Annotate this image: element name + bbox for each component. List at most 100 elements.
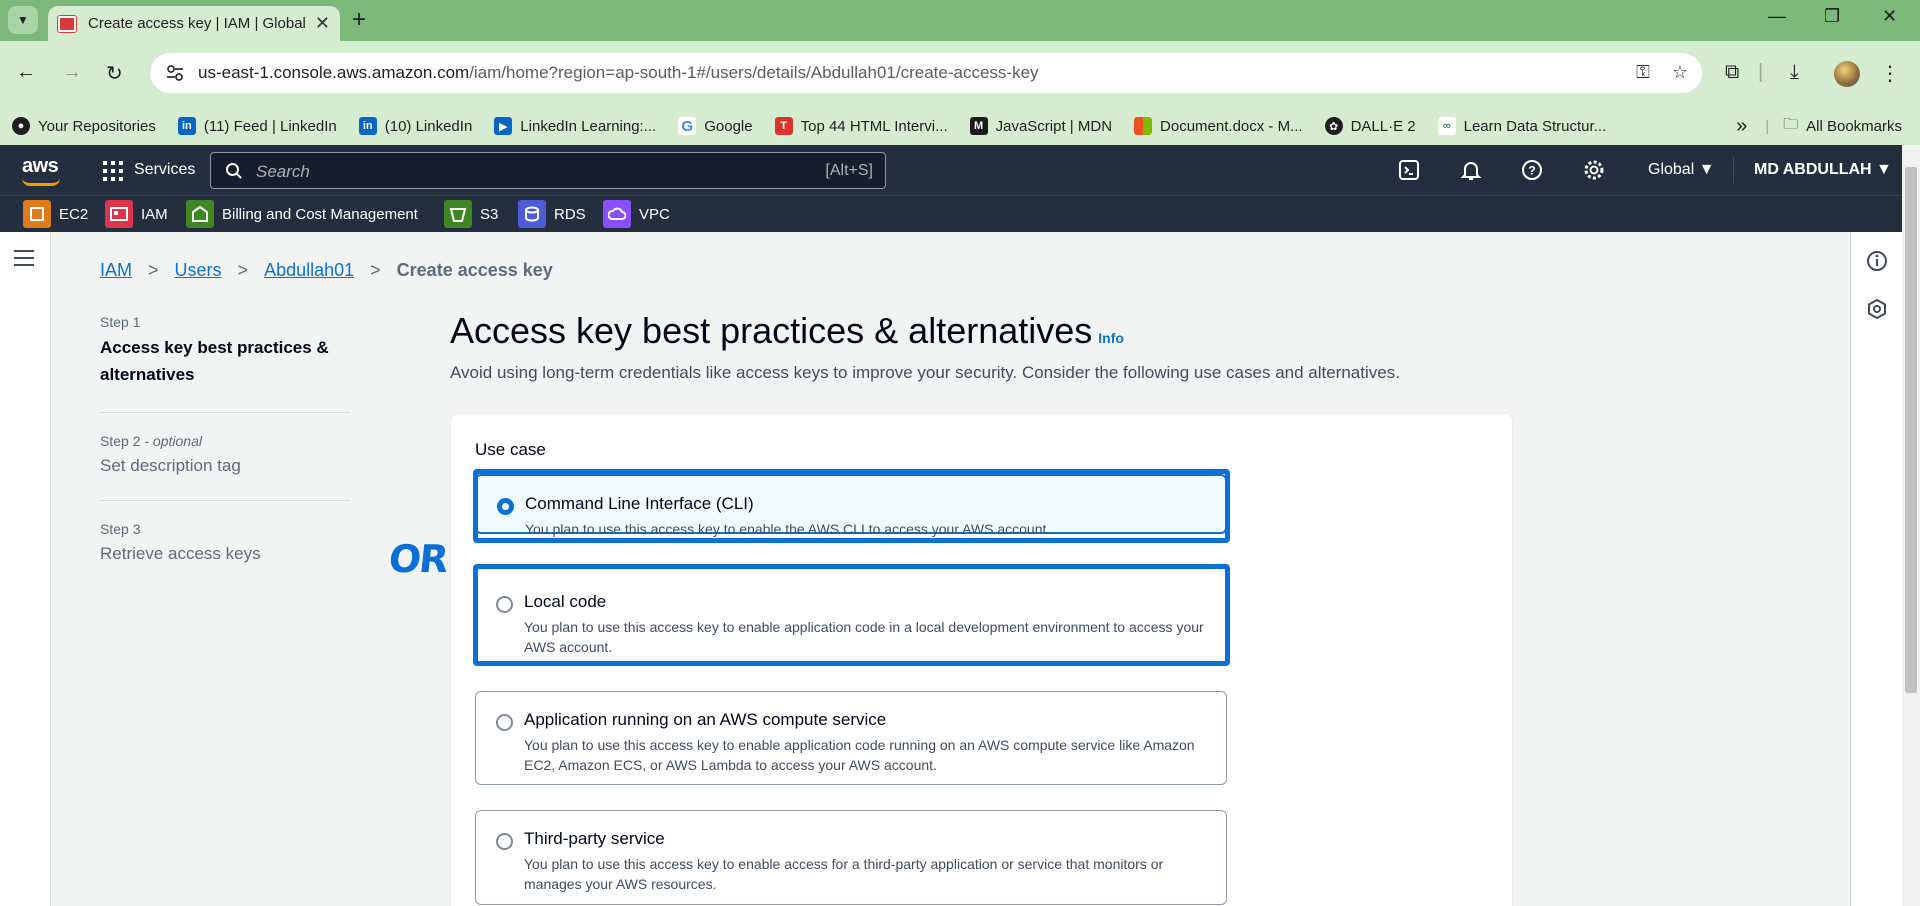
page-scrollbar[interactable] xyxy=(1902,145,1920,906)
scrollbar-thumb[interactable] xyxy=(1905,167,1917,693)
aws-favorites-bar: EC2 IAM Billing and Cost Management S3 R… xyxy=(0,195,1902,232)
all-bookmarks-button[interactable]: All Bookmarks xyxy=(1806,118,1902,135)
kebab-menu-icon[interactable]: ⋮ xyxy=(1880,61,1900,86)
option-third-party[interactable]: Third-party service You plan to use this… xyxy=(475,810,1227,905)
profile-avatar[interactable] xyxy=(1834,61,1860,87)
forward-icon[interactable]: → xyxy=(62,61,82,84)
bookmark-item[interactable]: ▶ LinkedIn Learning:... xyxy=(494,117,656,135)
annotation-or-text: OR xyxy=(386,537,449,581)
bookmark-item[interactable]: ∞ Learn Data Structur... xyxy=(1437,117,1606,135)
bookmark-item[interactable]: ✿ DALL·E 2 xyxy=(1324,117,1416,135)
header-divider xyxy=(1733,157,1734,183)
region-selector[interactable]: Global ▼ xyxy=(1648,161,1715,179)
iam-favicon-icon xyxy=(57,14,77,33)
aws-search-input[interactable]: Search [Alt+S] xyxy=(210,152,886,189)
back-icon[interactable]: ← xyxy=(16,61,36,84)
toolbar-divider: | xyxy=(1758,61,1764,83)
close-window-icon[interactable]: ✕ xyxy=(1882,6,1897,27)
cloudshell-icon[interactable] xyxy=(1398,159,1420,181)
favorite-rds[interactable]: RDS xyxy=(518,200,586,228)
bookmarks-overflow-icon[interactable]: » xyxy=(1736,115,1747,138)
folder-icon: 🗀 xyxy=(1783,115,1799,133)
extensions-icon[interactable]: ⧉ xyxy=(1725,61,1739,84)
option-description: You plan to use this access key to enabl… xyxy=(524,856,1164,892)
browser-tab-active[interactable]: Create access key | IAM | Global ✕ xyxy=(48,6,340,41)
annotation-box-cli xyxy=(473,469,1230,543)
services-menu-button[interactable]: Services xyxy=(134,161,195,179)
close-tab-icon[interactable]: ✕ xyxy=(315,13,330,34)
notifications-bell-icon[interactable] xyxy=(1460,159,1482,181)
step-divider xyxy=(100,500,350,501)
breadcrumb-current: Create access key xyxy=(396,260,553,280)
radio-aws-compute[interactable] xyxy=(496,714,513,731)
help-icon[interactable]: ? xyxy=(1521,159,1543,181)
site-info-icon[interactable] xyxy=(164,62,186,84)
minimize-icon[interactable]: — xyxy=(1768,6,1786,27)
linkedin-icon: in xyxy=(177,117,196,135)
step-number: Step 1 xyxy=(100,314,141,330)
download-icon[interactable]: ⤓ xyxy=(1790,61,1799,84)
right-utility-rail xyxy=(1850,232,1902,906)
favorite-billing[interactable]: Billing and Cost Management xyxy=(186,200,418,228)
breadcrumb-users[interactable]: Users xyxy=(175,260,222,281)
breadcrumb-user[interactable]: Abdullah01 xyxy=(264,260,354,281)
rds-database-icon xyxy=(518,200,546,228)
use-case-label: Use case xyxy=(475,440,546,459)
bookmark-item[interactable]: in (10) LinkedIn xyxy=(358,117,472,135)
annotation-box-local-code xyxy=(473,564,1230,666)
bookmark-item[interactable]: T Top 44 HTML Intervi... xyxy=(774,117,948,135)
bookmark-item[interactable]: M JavaScript | MDN xyxy=(969,117,1112,135)
address-bar[interactable]: us-east-1.console.aws.amazon.com/iam/hom… xyxy=(150,53,1702,93)
option-aws-compute[interactable]: Application running on an AWS compute se… xyxy=(475,691,1227,785)
gfg-icon: ∞ xyxy=(1437,117,1456,135)
restore-icon[interactable]: ❐ xyxy=(1824,6,1840,27)
reload-icon[interactable]: ↻ xyxy=(106,61,123,86)
chevron-right-icon: > xyxy=(237,260,249,280)
svg-text:?: ? xyxy=(1528,164,1535,178)
feedback-hexagon-icon[interactable] xyxy=(1866,298,1888,325)
favorite-ec2[interactable]: EC2 xyxy=(23,200,88,228)
browser-toolbar: ← → ↻ us-east-1.console.aws.amazon.com/i… xyxy=(0,41,1920,107)
bookmark-star-icon[interactable]: ☆ xyxy=(1672,62,1688,83)
settings-gear-icon[interactable] xyxy=(1583,159,1605,181)
hamburger-menu-icon[interactable] xyxy=(14,250,34,266)
bookmark-item[interactable]: G Google xyxy=(678,117,753,135)
step-number: Step 2 - optional xyxy=(100,433,202,449)
favorite-s3[interactable]: S3 xyxy=(444,200,498,228)
bookmark-item[interactable]: ● Your Repositories xyxy=(12,117,156,135)
favorite-vpc[interactable]: VPC xyxy=(603,200,670,228)
info-panel-icon[interactable] xyxy=(1866,250,1888,277)
linkedin-icon: in xyxy=(358,117,377,135)
info-link[interactable]: Info xyxy=(1098,330,1124,346)
step-divider xyxy=(100,412,350,413)
vpc-cloud-icon xyxy=(603,200,631,228)
wizard-step-3: Step 3 Retrieve access keys xyxy=(100,521,350,564)
chevron-down-icon: ▼ xyxy=(17,13,29,27)
aws-top-nav: aws Services Search [Alt+S] ? Global ▼ M… xyxy=(0,145,1902,195)
bookmark-item[interactable]: in (11) Feed | LinkedIn xyxy=(177,117,337,135)
microsoft-icon xyxy=(1134,117,1153,135)
services-grid-icon[interactable] xyxy=(103,161,123,181)
left-nav-rail xyxy=(0,232,51,906)
chevron-right-icon: > xyxy=(370,260,381,280)
radio-third-party[interactable] xyxy=(496,833,513,850)
favorite-iam[interactable]: IAM xyxy=(105,200,168,228)
s3-bucket-icon xyxy=(444,200,472,228)
step-name: Access key best practices & alternatives xyxy=(100,338,329,384)
tab-search-button[interactable]: ▼ xyxy=(8,6,38,34)
option-title: Application running on an AWS compute se… xyxy=(524,710,887,729)
option-title: Third-party service xyxy=(524,829,665,848)
step-name: Set description tag xyxy=(100,456,241,475)
new-tab-icon[interactable]: + xyxy=(352,6,366,34)
account-menu[interactable]: MD ABDULLAH ▼ xyxy=(1754,161,1892,179)
chevron-right-icon: > xyxy=(148,260,159,280)
t-icon: T xyxy=(774,117,793,135)
aws-logo[interactable]: aws xyxy=(22,155,59,178)
breadcrumb-iam[interactable]: IAM xyxy=(100,260,132,281)
bookmark-item[interactable]: Document.docx - M... xyxy=(1134,117,1303,135)
page-title: Access key best practices & alternatives… xyxy=(450,310,1124,351)
search-icon xyxy=(225,162,243,185)
password-key-icon[interactable]: ⚿ xyxy=(1636,62,1650,83)
bookmarks-divider: | xyxy=(1765,117,1770,135)
bookmarks-bar: ● Your Repositories in (11) Feed | LinkedI… xyxy=(0,107,1920,145)
